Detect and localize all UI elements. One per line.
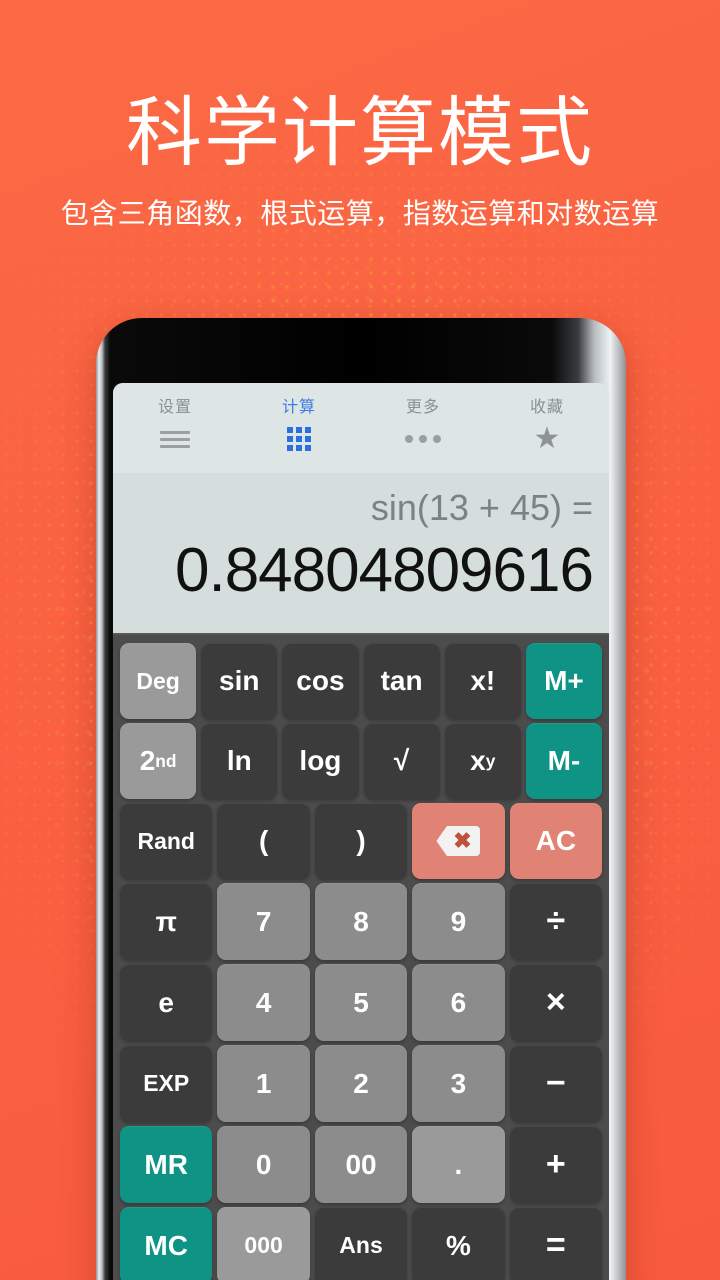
tab-favorites[interactable]: 收藏 ★ — [485, 393, 609, 455]
key-sym[interactable]: × — [509, 964, 603, 1041]
phone-screen: 设置 计算 更多 收藏 ★ sin(13 + 45) = 0.848048096… — [113, 383, 609, 1280]
key-mc[interactable]: MC — [120, 1207, 213, 1280]
calculator-keypad: Deg sin cos tan x! M+ 2nd ln log √ x y M- Rand() ✖ AC π 7… — [113, 635, 609, 1280]
grid-icon — [287, 426, 311, 452]
key-ln[interactable]: ln — [201, 723, 278, 799]
key-3[interactable]: 3 — [412, 1045, 505, 1122]
key-sym[interactable]: = — [509, 1207, 603, 1280]
phone-frame: 设置 计算 更多 收藏 ★ sin(13 + 45) = 0.848048096… — [96, 318, 626, 1280]
key-deg[interactable]: Deg — [120, 643, 197, 719]
key-7[interactable]: 7 — [217, 883, 310, 960]
keypad-row: EXP 1 2 3− — [120, 1045, 603, 1122]
tab-more[interactable]: 更多 — [361, 393, 485, 452]
key-6[interactable]: 6 — [412, 964, 505, 1041]
star-icon: ★ — [533, 422, 561, 455]
backspace-icon: ✖ — [436, 826, 481, 856]
keypad-row: Rand() ✖ AC — [120, 803, 603, 879]
key-ans[interactable]: Ans — [314, 1207, 408, 1280]
key-8[interactable]: 8 — [314, 883, 408, 960]
tab-settings[interactable]: 设置 — [113, 393, 237, 452]
key-cos[interactable]: cos — [282, 643, 359, 719]
key-sym[interactable]: + — [509, 1126, 603, 1203]
key-sym[interactable]: π — [120, 883, 213, 960]
key-sin[interactable]: sin — [201, 643, 278, 719]
key-second[interactable]: 2nd — [120, 723, 197, 799]
key-0[interactable]: 0 — [217, 1126, 310, 1203]
key-9[interactable]: 9 — [412, 883, 505, 960]
key-rand[interactable]: Rand — [120, 803, 213, 879]
key-5[interactable]: 5 — [314, 964, 408, 1041]
key-x[interactable]: x! — [444, 643, 521, 719]
key-log[interactable]: log — [282, 723, 359, 799]
result-text: 0.84804809616 — [174, 536, 594, 605]
key-backspace[interactable]: ✖ — [412, 803, 505, 879]
promo-text-block: 科学计算模式 包含三角函数，根式运算，指数运算和对数运算 — [0, 0, 720, 228]
key-mr[interactable]: MR — [120, 1126, 213, 1203]
app-tabbar: 设置 计算 更多 收藏 ★ — [113, 383, 609, 473]
promo-subheadline: 包含三角函数，根式运算，指数运算和对数运算 — [60, 198, 660, 229]
promo-headline: 科学计算模式 — [126, 91, 594, 176]
key-000[interactable]: 000 — [217, 1207, 310, 1280]
hamburger-menu-icon — [160, 426, 190, 452]
key-1[interactable]: 1 — [217, 1045, 310, 1122]
key-m[interactable]: M- — [525, 723, 603, 799]
key-sym[interactable]: ( — [217, 803, 310, 879]
key-2[interactable]: 2 — [314, 1045, 408, 1122]
key-exp[interactable]: EXP — [120, 1045, 213, 1122]
keypad-row: e 4 5 6 × — [120, 964, 603, 1041]
keypad-row: Deg sin cos tan x! M+ — [120, 643, 603, 719]
tab-more-label: 更多 — [405, 399, 440, 416]
key-sym[interactable]: % — [412, 1207, 505, 1280]
keypad-row: π 7 8 9 ÷ — [120, 883, 603, 960]
key-sym[interactable]: ) — [314, 803, 408, 879]
promo-screenshot: 科学计算模式 包含三角函数，根式运算，指数运算和对数运算 设置 计算 更多 收藏… — [0, 0, 720, 1280]
keypad-row: MR 0 00. + — [120, 1126, 603, 1203]
key-ac[interactable]: AC — [509, 803, 603, 879]
keypad-row: 2nd ln log √ x y M- — [120, 723, 603, 799]
key-power[interactable]: xy — [444, 723, 521, 799]
tab-settings-label: 设置 — [157, 399, 192, 416]
ellipsis-icon — [405, 426, 441, 452]
key-sym[interactable]: √ — [363, 723, 440, 799]
key-4[interactable]: 4 — [217, 964, 310, 1041]
key-e[interactable]: e — [120, 964, 213, 1041]
expression-text: sin(13 + 45) = — [370, 487, 593, 528]
key-00[interactable]: 00 — [314, 1126, 408, 1203]
calculator-display[interactable]: sin(13 + 45) = 0.84804809616 — [113, 473, 609, 635]
tab-favorites-label: 收藏 — [529, 399, 564, 416]
keypad-row: MC 000 Ans% = — [120, 1207, 603, 1280]
tab-calculate[interactable]: 计算 — [237, 393, 361, 452]
key-tan[interactable]: tan — [363, 643, 440, 719]
key-sym[interactable]: ÷ — [509, 883, 603, 960]
tab-calculate-label: 计算 — [281, 399, 316, 416]
key-sym[interactable]: − — [509, 1045, 603, 1122]
key-m[interactable]: M+ — [525, 643, 603, 719]
key-sym[interactable]: . — [412, 1126, 505, 1203]
